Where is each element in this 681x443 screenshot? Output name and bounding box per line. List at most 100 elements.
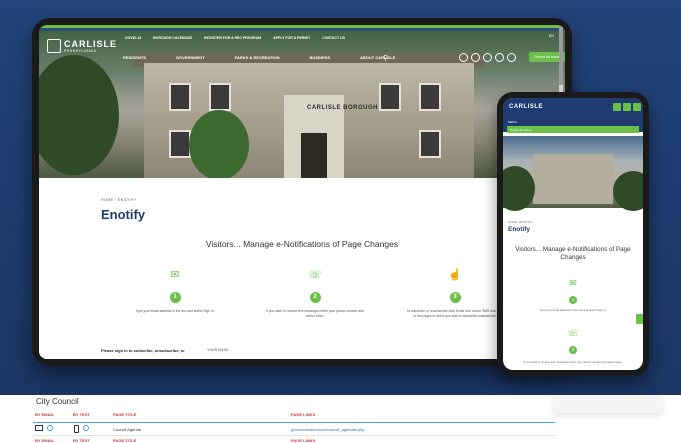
step-1: ✉ 1 Type your email address in the box a… [125,268,225,314]
language-selector[interactable]: EN [549,34,554,38]
nav-residents[interactable]: RESIDENTS [123,55,146,60]
phone-header: CARLISLE [503,98,643,118]
site-header: CARLISLE PENNSYLVANIA COVID-19 BOROUGH C… [39,31,565,69]
tree [503,166,535,211]
table-header: BY EMAIL BY TEXT PAGE TITLE PAGE LINKS [33,412,555,421]
col-by-email: BY EMAIL [35,438,55,443]
nav-government[interactable]: GOVERNMENT [176,55,205,60]
phone-hero-building [533,154,613,204]
hero-door [301,133,327,178]
table-section-title: City Council [36,397,79,406]
phone-side-tab[interactable] [636,314,643,324]
phone-section-title: Visitors... Manage e-Notifications of Pa… [515,246,631,261]
scrollbar-thumb[interactable] [559,25,563,85]
phone-icon: ☏ [567,328,579,338]
step-3: ☝ 3 To subscribe or unsubscribe click Em… [405,268,505,318]
col-by-text: BY TEXT [73,412,90,417]
linkedin-icon[interactable] [483,53,492,62]
util-link-rec-program[interactable]: REGISTER FOR A REC PROGRAM [204,36,261,40]
nav-about[interactable]: ABOUT CARLISLE [360,55,395,60]
main-nav: RESIDENTS GOVERNMENT PARKS & RECREATION … [123,55,395,60]
email-field-label: YOUR EMAIL [207,348,229,352]
phone-page-title: Enotify [508,226,531,233]
tree [613,171,643,211]
email-icon [35,425,43,431]
steps: ✉ 1 Type your email address in the box a… [105,268,525,338]
site-logo[interactable]: CARLISLE PENNSYLVANIA [47,39,117,53]
phone-header-buttons [613,103,641,111]
step-number: 1 [169,292,181,303]
window [169,83,191,111]
col-by-email: BY EMAIL [35,412,55,417]
hand-pointer-icon: ☝ [448,269,462,281]
logo-mark-icon [47,39,61,53]
phone-icon [74,425,79,433]
breadcrumb[interactable]: HOME / ENOTIFY [101,198,137,202]
phone-icon: ☏ [308,269,322,281]
phone-menu-icon[interactable] [633,103,641,111]
phone-globe-icon[interactable] [623,103,631,111]
page-title: Enotify [101,207,146,222]
phone-logo[interactable]: CARLISLE [509,104,543,110]
floating-panel [553,395,663,413]
search-icon[interactable]: ⚲ [383,54,388,62]
window [169,130,191,158]
signup-instructions: Please sign in to subscribe, unsubscribe… [101,348,185,353]
util-link-contact[interactable]: CONTACT US [322,36,345,40]
phone-step-number: 2 [569,346,577,354]
phone-device: CARLISLE MENU Report An Issue HOME / ENO… [497,92,649,376]
phone-hero-image [503,136,643,211]
section-title: Visitors... Manage e-Notifications of Pa… [205,239,399,249]
util-link-permit[interactable]: APPLY FOR A PERMIT [273,36,310,40]
email-icon: ✉ [170,269,180,281]
table-header-next: BY EMAIL BY TEXT PAGE TITLE PAGE LINKS [33,438,555,443]
table-row: Council Agenda government/council/counci… [33,422,555,436]
step-number: 2 [309,292,321,303]
main-content: HOME / ENOTIFY Enotify Visitors... Manag… [39,178,565,359]
col-page-links: PAGE LINKS [291,412,316,417]
hero-sign: CARLISLE BOROUGH [307,105,378,111]
util-link-calendar[interactable]: BOROUGH CALENDAR [153,36,192,40]
col-page-links: PAGE LINKS [291,438,316,443]
nav-business[interactable]: BUSINESS [310,55,330,60]
window [419,130,441,158]
phone-search-icon[interactable] [613,103,621,111]
email-subscribe-toggle[interactable] [47,425,53,431]
col-page-title: PAGE TITLE [113,412,137,417]
step-2: ☏ 2 If you want to receive text messages… [265,268,365,318]
nav-parks-recreation[interactable]: PARKS & RECREATION [235,55,280,60]
logo-subtext: PENNSYLVANIA [64,49,97,53]
youtube-icon[interactable] [459,53,468,62]
tree [189,110,249,180]
row-page-link[interactable]: government/council/council_agendas.php [291,427,365,432]
step-text: If you want to receive text messages ent… [266,309,364,318]
window [379,83,401,111]
phone-screen: CARLISLE MENU Report An Issue HOME / ENO… [503,98,643,370]
utility-nav: COVID-19 BOROUGH CALENDAR REGISTER FOR A… [125,36,345,40]
window [209,83,231,111]
window [419,83,441,111]
logo-text: CARLISLE [64,39,117,49]
col-page-title: PAGE TITLE [113,438,137,443]
step-text: Type your email address in the box and s… [135,309,215,313]
accent-bar [39,25,565,28]
instagram-icon[interactable] [471,53,480,62]
email-icon: ✉ [569,278,577,288]
twitter-icon[interactable] [495,53,504,62]
col-by-text: BY TEXT [73,438,90,443]
util-link-covid[interactable]: COVID-19 [125,36,141,40]
step-number: 3 [449,292,461,303]
phone-step-number: 1 [569,296,577,304]
step-text: To subscribe or unsubscribe click Email … [406,309,504,318]
phone-report-button[interactable]: Report An Issue [507,126,639,133]
phone-step-text: Type your email address in the box and s… [539,308,607,312]
tablet-screen: CARLISLE BOROUGH CARLISLE PENNSYLVANIA C… [39,25,565,359]
tablet-device: CARLISLE BOROUGH CARLISLE PENNSYLVANIA C… [32,18,572,366]
text-subscribe-toggle[interactable] [83,425,89,431]
social-links [459,53,516,62]
row-page-title: Council Agenda [113,427,142,432]
phone-breadcrumb[interactable]: HOME / ENOTIFY [508,220,533,224]
phone-step-text: If you want to receive text messages ent… [523,360,623,364]
tree [39,55,119,175]
facebook-icon[interactable] [507,53,516,62]
